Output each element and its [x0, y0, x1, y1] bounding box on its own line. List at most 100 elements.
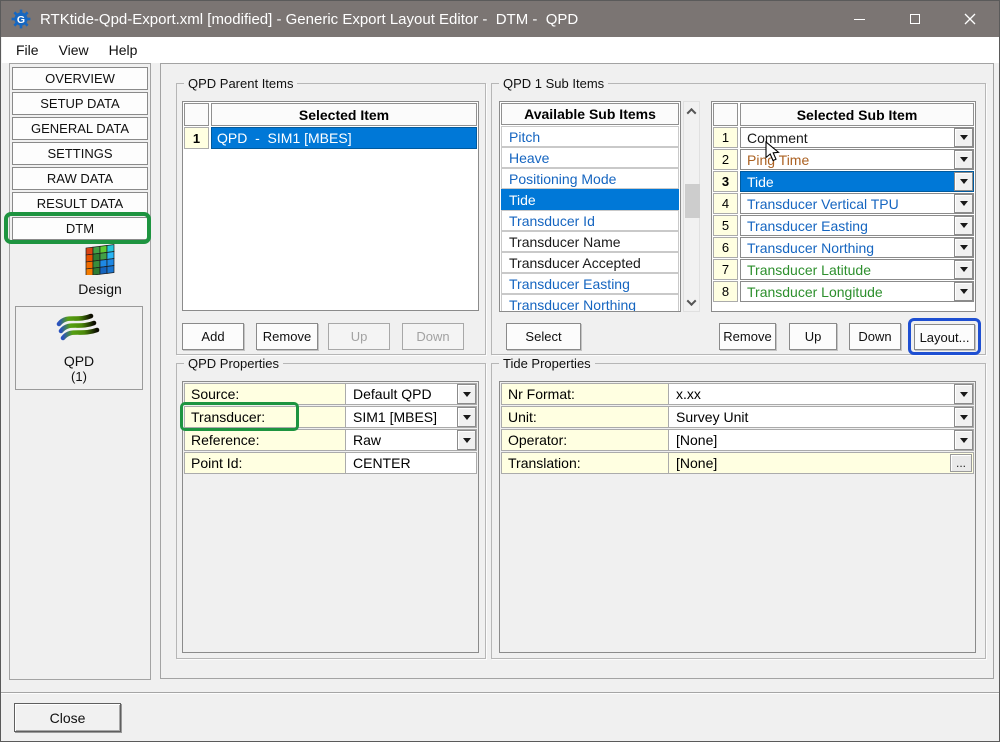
- property-value-operator[interactable]: [None]: [669, 429, 974, 451]
- available-item-transducer-accepted[interactable]: Transducer Accepted: [501, 252, 679, 273]
- parent-down-button[interactable]: Down: [402, 323, 464, 350]
- qpd-properties-group-label: QPD Properties: [184, 356, 283, 371]
- dropdown-button[interactable]: [954, 216, 973, 235]
- dropdown-button[interactable]: [457, 407, 476, 427]
- sidebar-item-settings[interactable]: SETTINGS: [12, 142, 148, 165]
- sub-remove-button[interactable]: Remove: [719, 323, 776, 350]
- dropdown-button[interactable]: [954, 172, 973, 191]
- selected-item-transducer-longitude[interactable]: Transducer Longitude: [740, 281, 974, 302]
- dropdown-arrow-icon: [960, 267, 968, 272]
- selected-item-transducer-vertical-tpu[interactable]: Transducer Vertical TPU: [740, 193, 974, 214]
- minimize-button[interactable]: [832, 1, 887, 37]
- dropdown-button[interactable]: [954, 260, 973, 279]
- scroll-down-button[interactable]: [684, 294, 699, 310]
- dropdown-arrow-icon: [960, 179, 968, 184]
- property-row: Translation:[None]...: [501, 452, 974, 474]
- selected-item-ping-time[interactable]: Ping Time: [740, 149, 974, 170]
- selected-sub-item-row: 8Transducer Longitude: [713, 281, 974, 302]
- available-sub-items-list: Available Sub Items PitchHeavePositionin…: [499, 101, 681, 312]
- row-number: 6: [713, 237, 738, 258]
- sidebar-item-setup-data[interactable]: SETUP DATA: [12, 92, 148, 115]
- dropdown-button[interactable]: [954, 194, 973, 213]
- dropdown-button[interactable]: [954, 128, 973, 147]
- qpd-export-item[interactable]: QPD (1): [15, 306, 143, 390]
- menu-view[interactable]: View: [49, 37, 99, 63]
- parent-remove-button[interactable]: Remove: [256, 323, 318, 350]
- sidebar-item-result-data[interactable]: RESULT DATA: [12, 192, 148, 215]
- sidebar-item-overview[interactable]: OVERVIEW: [12, 67, 148, 90]
- sub-up-button[interactable]: Up: [789, 323, 837, 350]
- available-item-transducer-easting[interactable]: Transducer Easting: [501, 273, 679, 294]
- qpd-properties-table: Source:Default QPDTransducer:SIM1 [MBES]…: [182, 381, 479, 653]
- selected-sub-item-row: 3Tide: [713, 171, 974, 192]
- dropdown-button[interactable]: [457, 384, 476, 404]
- available-item-transducer-name[interactable]: Transducer Name: [501, 231, 679, 252]
- dropdown-arrow-icon: [463, 392, 471, 397]
- sub-down-button[interactable]: Down: [849, 323, 901, 350]
- title-bar: G RTKtide-Qpd-Export.xml [modified] - Ge…: [1, 1, 999, 37]
- sidebar-item-general-data[interactable]: GENERAL DATA: [12, 117, 148, 140]
- selected-item-transducer-latitude[interactable]: Transducer Latitude: [740, 259, 974, 280]
- dropdown-button[interactable]: [954, 282, 973, 301]
- menu-help[interactable]: Help: [99, 37, 148, 63]
- menu-file[interactable]: File: [6, 37, 49, 63]
- selected-item-tide[interactable]: Tide: [740, 171, 974, 192]
- row-number: 2: [713, 149, 738, 170]
- qpd-label: QPD: [16, 353, 142, 369]
- sidebar-item-dtm[interactable]: DTM: [12, 217, 148, 240]
- layout-button[interactable]: Layout...: [914, 324, 975, 350]
- property-value-reference[interactable]: Raw: [346, 429, 477, 451]
- scrollbar-thumb[interactable]: [685, 184, 700, 218]
- property-value-nr-format[interactable]: x.xx: [669, 383, 974, 405]
- available-item-transducer-northing[interactable]: Transducer Northing: [501, 294, 679, 312]
- select-button[interactable]: Select: [506, 323, 581, 350]
- dropdown-button[interactable]: [457, 430, 476, 450]
- parent-up-button[interactable]: Up: [328, 323, 390, 350]
- dropdown-button[interactable]: [954, 430, 973, 450]
- available-item-pitch[interactable]: Pitch: [501, 126, 679, 147]
- menu-bar: File View Help: [2, 37, 1000, 63]
- close-window-button[interactable]: [942, 1, 997, 37]
- property-value-unit[interactable]: Survey Unit: [669, 406, 974, 428]
- available-item-positioning-mode[interactable]: Positioning Mode: [501, 168, 679, 189]
- dropdown-arrow-icon: [960, 415, 968, 420]
- property-label-translation: Translation:: [501, 452, 669, 474]
- svg-text:G: G: [17, 14, 25, 26]
- property-label-operator: Operator:: [501, 429, 669, 451]
- selected-item-transducer-easting[interactable]: Transducer Easting: [740, 215, 974, 236]
- property-label-nr-format: Nr Format:: [501, 383, 669, 405]
- parent-items-rows: 1QPD - SIM1 [MBES]: [184, 127, 477, 149]
- row-number-header: [184, 103, 209, 126]
- property-value-point-id[interactable]: CENTER: [346, 452, 477, 474]
- parent-items-header-row: Selected Item: [184, 103, 477, 126]
- qpd-sub-items-group-label: QPD 1 Sub Items: [499, 76, 608, 91]
- available-item-heave[interactable]: Heave: [501, 147, 679, 168]
- dropdown-button[interactable]: [954, 238, 973, 257]
- available-item-tide[interactable]: Tide: [501, 189, 679, 210]
- dropdown-arrow-icon: [960, 245, 968, 250]
- property-value-transducer[interactable]: SIM1 [MBES]: [346, 406, 477, 428]
- dropdown-button[interactable]: [954, 150, 973, 169]
- dropdown-button[interactable]: [954, 384, 973, 404]
- property-value-translation[interactable]: [None]...: [669, 452, 974, 474]
- dropdown-arrow-icon: [960, 392, 968, 397]
- design-label: Design: [40, 281, 160, 297]
- close-button[interactable]: Close: [14, 703, 121, 732]
- maximize-button[interactable]: [887, 1, 942, 37]
- app-gear-icon: G: [11, 9, 31, 29]
- selected-sub-item-row: 2Ping Time: [713, 149, 974, 170]
- design-item[interactable]: Design: [40, 243, 160, 297]
- parent-item-qpd-sim1-mbes[interactable]: QPD - SIM1 [MBES]: [211, 127, 477, 149]
- add-button[interactable]: Add: [182, 323, 244, 350]
- selected-item-comment[interactable]: Comment: [740, 127, 974, 148]
- dropdown-button[interactable]: [954, 407, 973, 427]
- selected-item-transducer-northing[interactable]: Transducer Northing: [740, 237, 974, 258]
- dropdown-arrow-icon: [960, 438, 968, 443]
- available-list-scrollbar[interactable]: [683, 101, 700, 312]
- ellipsis-button[interactable]: ...: [950, 454, 972, 472]
- scroll-up-button[interactable]: [684, 103, 699, 119]
- property-value-source[interactable]: Default QPD: [346, 383, 477, 405]
- parent-item-row: 1QPD - SIM1 [MBES]: [184, 127, 477, 149]
- sidebar-item-raw-data[interactable]: RAW DATA: [12, 167, 148, 190]
- available-item-transducer-id[interactable]: Transducer Id: [501, 210, 679, 231]
